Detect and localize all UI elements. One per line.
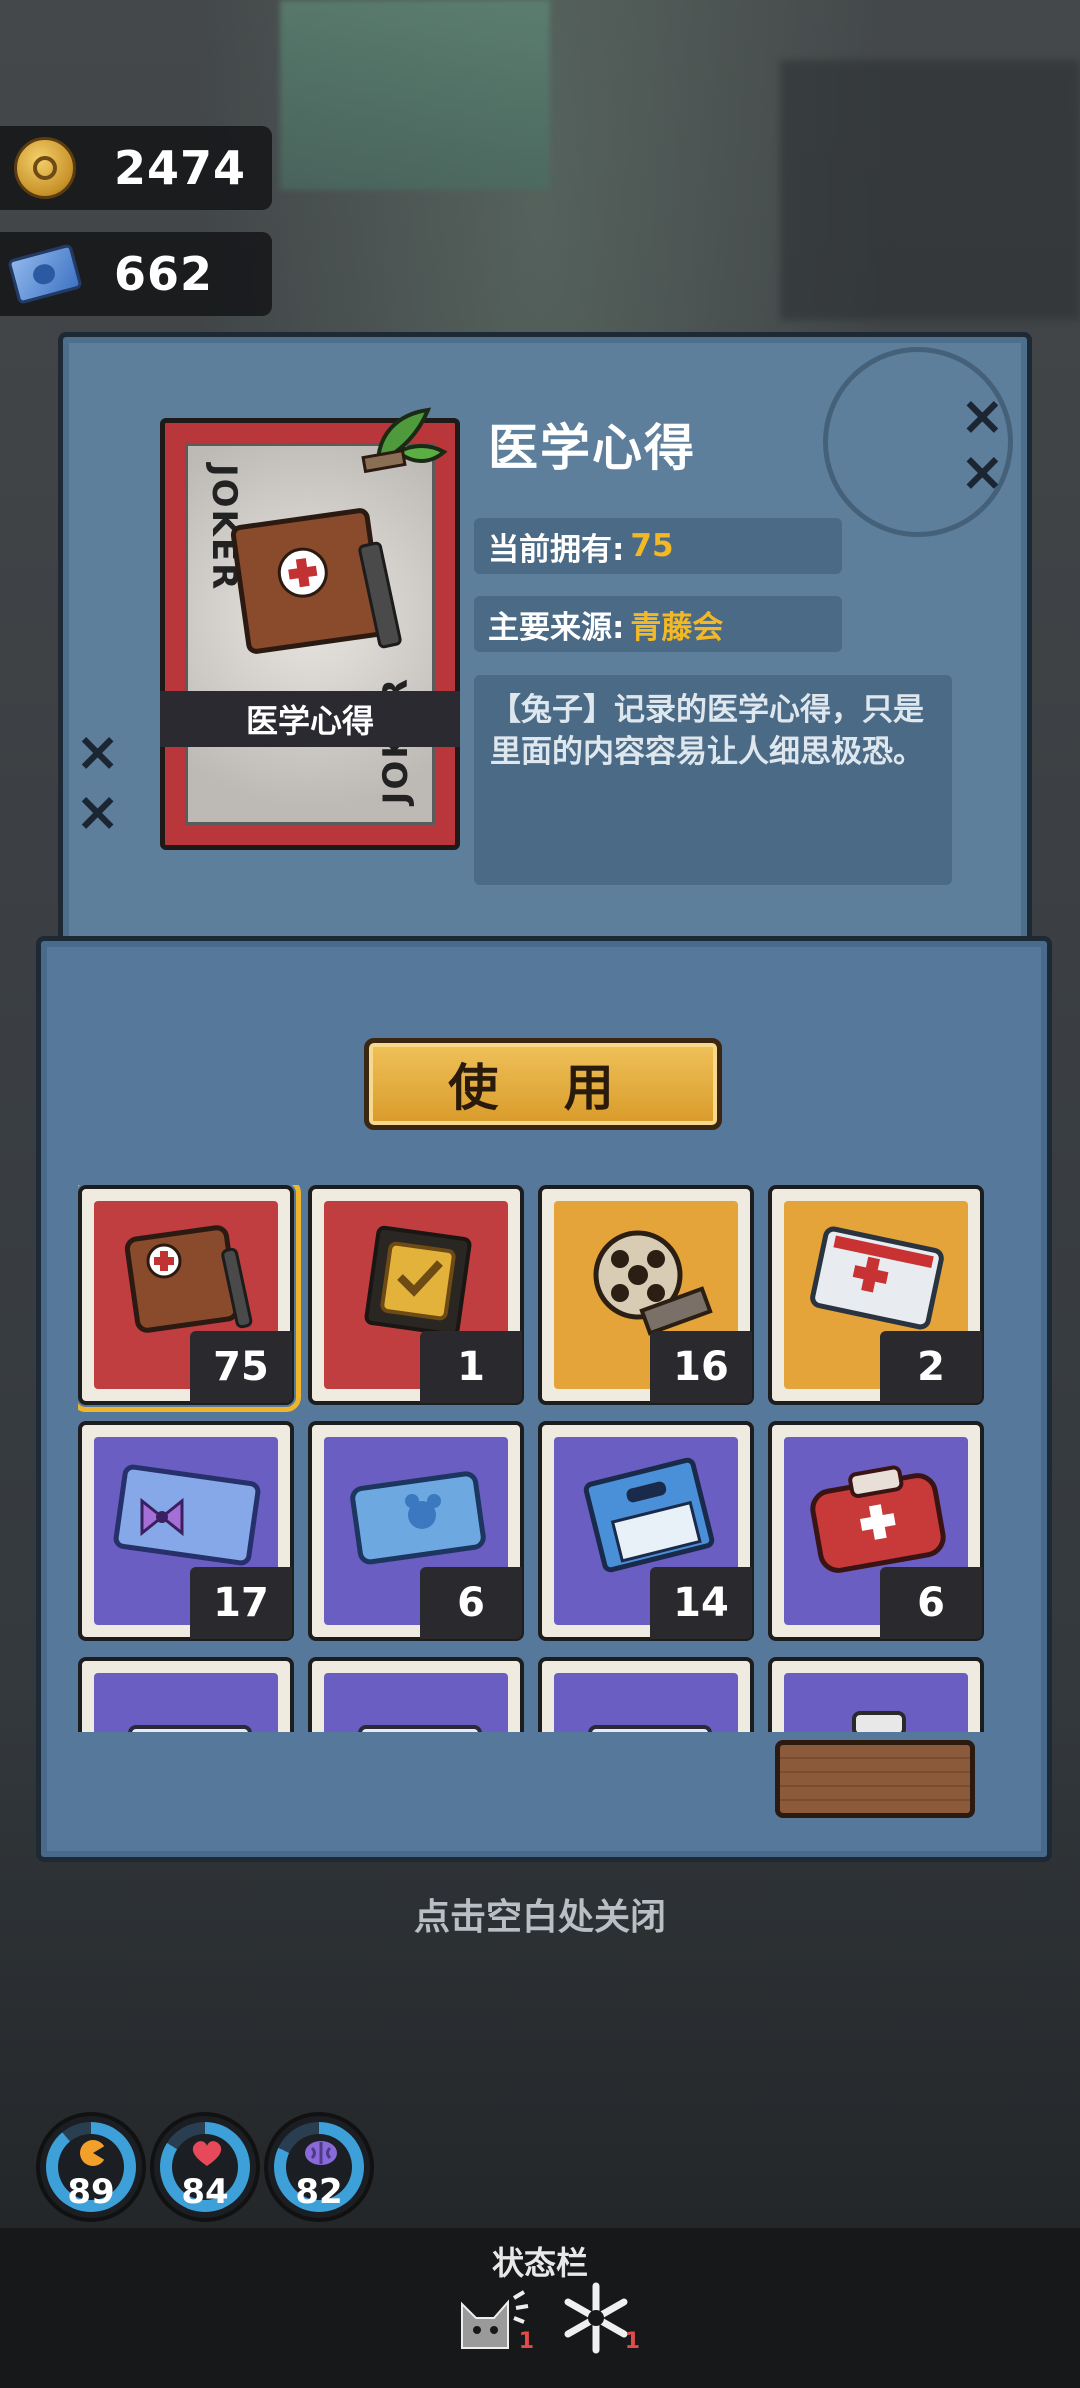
item-title: 医学心得: [488, 419, 696, 477]
decorative-x-icon: ×: [959, 440, 1005, 503]
partial-item-icon: [588, 1725, 712, 1732]
source-value: 青藤会: [630, 609, 724, 646]
close-hint[interactable]: 点击空白处关闭: [0, 1888, 1080, 1940]
bottle-icon: [852, 1711, 906, 1732]
sanity-value: 82: [295, 2172, 343, 2212]
inventory-grid[interactable]: 75 1 16 2 17 6 14 6: [78, 1185, 996, 1732]
background-shelf: [780, 60, 1080, 320]
heart-icon: [192, 2141, 222, 2166]
slot-count: 6: [880, 1567, 982, 1639]
notebook-icon: [124, 1225, 253, 1333]
coin-counter: 2474: [0, 126, 272, 210]
inventory-slot[interactable]: 1: [308, 1185, 524, 1405]
partial-item-icon: [358, 1725, 482, 1732]
card-face: JOKER JOKER: [185, 443, 435, 825]
inventory-slot[interactable]: 75: [78, 1185, 301, 1412]
decorative-x-icon: ×: [959, 384, 1005, 447]
notebook-icon: [228, 506, 403, 656]
coin-value: 2474: [114, 141, 247, 195]
item-description: 【兔子】记录的医学心得，只是里面的内容容易让人细思极恐。: [474, 675, 952, 885]
hunger-value: 89: [67, 2172, 115, 2212]
inventory-slot[interactable]: 6: [308, 1421, 524, 1641]
item-card: JOKER JOKER 医学心得: [160, 418, 460, 850]
inventory-slot[interactable]: 14: [538, 1421, 754, 1641]
decorative-x-icon: ×: [75, 720, 121, 783]
owned-value: 75: [630, 528, 674, 564]
inventory-slot[interactable]: 17: [78, 1421, 294, 1641]
decorative-x-icon: ×: [75, 780, 121, 843]
blue-card-icon: [350, 1471, 486, 1565]
slot-count: 17: [190, 1567, 292, 1639]
coin-icon: [10, 133, 80, 203]
slot-count: 75: [190, 1331, 292, 1403]
brain-icon: [305, 2141, 337, 2165]
inventory-slot[interactable]: [308, 1657, 524, 1732]
hunger-icon: [80, 2140, 108, 2166]
slot-count: 14: [650, 1567, 752, 1639]
card-name-label: 医学心得: [160, 691, 460, 747]
inventory-slot[interactable]: 2: [768, 1185, 984, 1405]
snowflake-effect-count: 1: [624, 2329, 640, 2354]
blue-booklet-icon: [583, 1457, 715, 1573]
inventory-slot[interactable]: 16: [538, 1185, 754, 1405]
partial-item-icon: [128, 1725, 252, 1732]
inventory-slot[interactable]: [78, 1657, 294, 1732]
ticket-bow-icon: [113, 1464, 261, 1566]
medical-card-icon: [810, 1226, 944, 1330]
health-gauge[interactable]: 84: [150, 2112, 260, 2222]
cat-effect-count: 1: [518, 2329, 534, 2354]
ticket-icon: [7, 239, 83, 309]
first-aid-kit-icon: [810, 1465, 946, 1573]
wooden-button[interactable]: [775, 1740, 975, 1818]
cat-status-effect[interactable]: 1: [450, 2278, 534, 2358]
slot-count: 2: [880, 1331, 982, 1403]
health-value: 84: [181, 2172, 229, 2212]
source-label: 主要来源:: [488, 609, 625, 646]
source-row: 主要来源: 青藤会: [474, 596, 842, 652]
status-bar[interactable]: 状态栏 1 1: [0, 2228, 1080, 2388]
ticket-counter: 662: [0, 232, 272, 316]
inventory-slot[interactable]: [538, 1657, 754, 1732]
snowflake-status-effect[interactable]: 1: [556, 2278, 640, 2358]
slot-count: 1: [420, 1331, 522, 1403]
inventory-slot[interactable]: [768, 1657, 984, 1732]
sanity-gauge[interactable]: 82: [264, 2112, 374, 2222]
inventory-slot[interactable]: 6: [768, 1421, 984, 1641]
gold-badge-icon: [364, 1225, 472, 1337]
use-button[interactable]: 使 用: [364, 1038, 722, 1130]
slot-count: 6: [420, 1567, 522, 1639]
ticket-value: 662: [114, 247, 214, 301]
status-bar-label: 状态栏: [491, 2244, 588, 2282]
background-window: [280, 0, 550, 190]
slot-count: 16: [650, 1331, 752, 1403]
leaf-icon: [361, 407, 448, 474]
film-reel-icon: [593, 1230, 713, 1336]
hunger-gauge[interactable]: 89: [36, 2112, 146, 2222]
owned-row: 当前拥有: 75: [474, 518, 842, 574]
owned-label: 当前拥有:: [488, 531, 625, 568]
